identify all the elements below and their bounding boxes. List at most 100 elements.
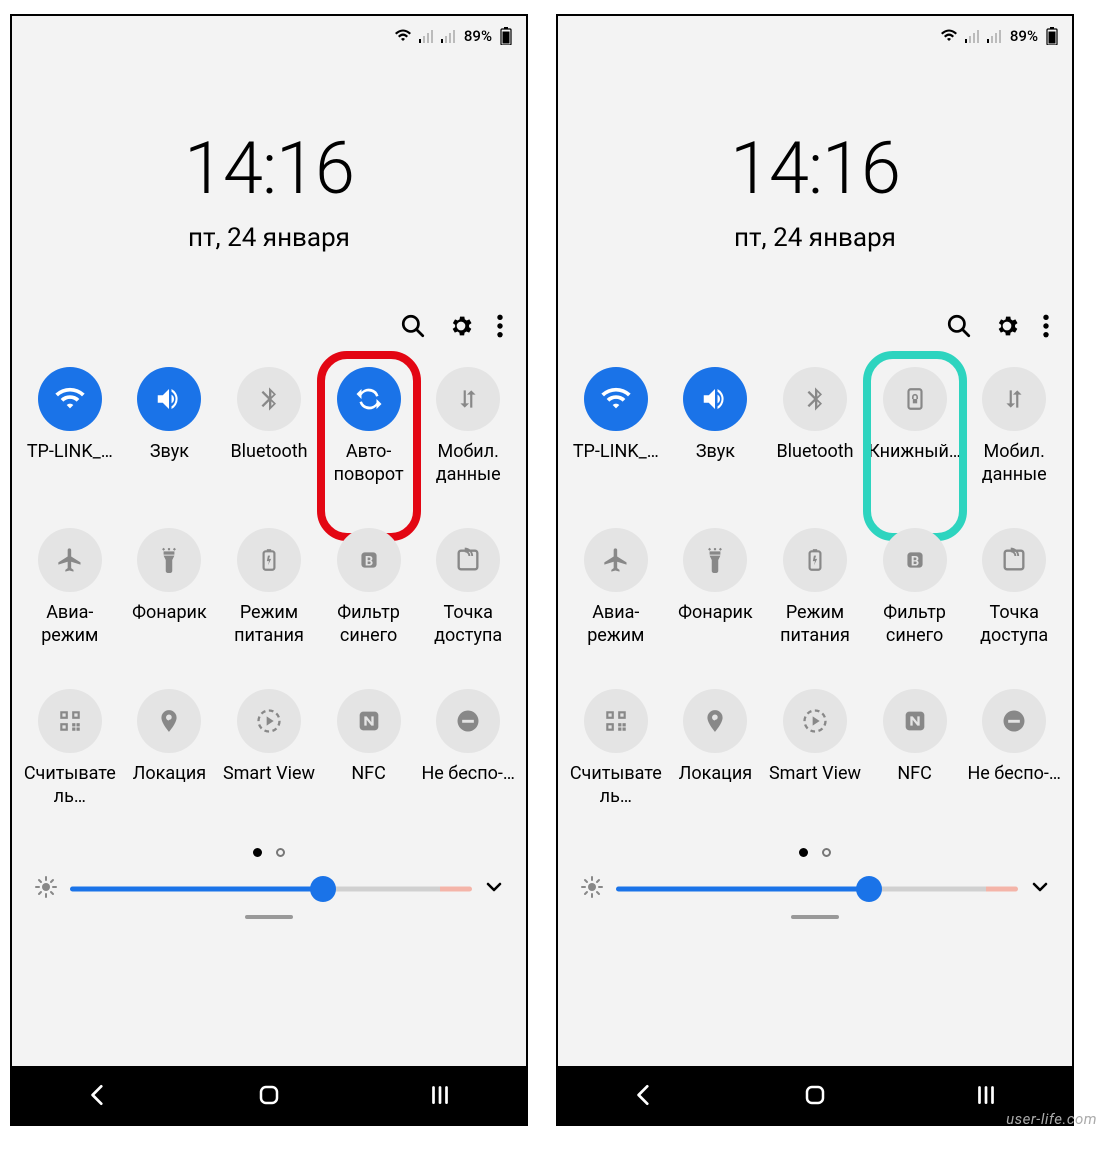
tile-location[interactable]: Локация	[120, 689, 220, 808]
time-label: 14:16	[12, 126, 526, 211]
portraitlock-icon[interactable]	[883, 367, 947, 431]
bluetooth-icon[interactable]	[237, 367, 301, 431]
quick-tiles-grid: TP-LINK_… Звук Bluetooth Авто-поворотМобил.…	[12, 339, 526, 808]
bluetooth-icon[interactable]	[783, 367, 847, 431]
tile-mobiledata[interactable]: Мобил. данные	[964, 367, 1064, 486]
tile-smartview[interactable]: Smart View	[219, 689, 319, 808]
tile-bluefilter[interactable]: BФильтр синего	[319, 528, 419, 647]
tile-label: Авто-поворот	[321, 441, 417, 486]
tile-airplane[interactable]: Авиа-режим	[20, 528, 120, 647]
chevron-down-icon[interactable]	[1030, 877, 1050, 901]
tile-label: Не беспо-…	[421, 763, 514, 786]
nav-home[interactable]	[257, 1083, 281, 1107]
powermode-icon[interactable]	[783, 528, 847, 592]
quick-actions-row	[558, 253, 1072, 339]
tile-powermode[interactable]: Режим питания	[219, 528, 319, 647]
tile-label: Режим питания	[767, 602, 863, 647]
tile-dnd[interactable]: Не беспо-…	[418, 689, 518, 808]
svg-text:B: B	[364, 554, 372, 569]
tile-bluetooth[interactable]: Bluetooth	[765, 367, 865, 486]
bluefilter-icon[interactable]: B	[337, 528, 401, 592]
dnd-icon[interactable]	[982, 689, 1046, 753]
tile-rotation[interactable]: Книжный…	[865, 367, 965, 486]
sound-icon[interactable]	[683, 367, 747, 431]
pager-dot-active[interactable]	[799, 848, 808, 857]
tile-label: Bluetooth	[230, 441, 307, 464]
tile-rotation[interactable]: Авто-поворот	[319, 367, 419, 486]
battery-percent: 89%	[1010, 27, 1038, 45]
location-icon[interactable]	[137, 689, 201, 753]
tile-flashlight[interactable]: Фонарик	[666, 528, 766, 647]
tile-smartview[interactable]: Smart View	[765, 689, 865, 808]
pager	[558, 848, 1072, 857]
tile-hotspot[interactable]: Точка доступа	[964, 528, 1064, 647]
nav-home[interactable]	[803, 1083, 827, 1107]
tile-hotspot[interactable]: Точка доступа	[418, 528, 518, 647]
tile-label: Считыватель…	[568, 763, 664, 808]
tile-mobiledata[interactable]: Мобил. данные	[418, 367, 518, 486]
search-icon[interactable]	[400, 313, 426, 339]
tile-bluetooth[interactable]: Bluetooth	[219, 367, 319, 486]
autorotate-icon[interactable]	[337, 367, 401, 431]
pager-dot-active[interactable]	[253, 848, 262, 857]
tile-label: Звук	[696, 441, 735, 464]
search-icon[interactable]	[946, 313, 972, 339]
tile-label: TP-LINK_…	[573, 441, 659, 464]
mobiledata-icon[interactable]	[436, 367, 500, 431]
tile-airplane[interactable]: Авиа-режим	[566, 528, 666, 647]
nav-recents[interactable]	[973, 1082, 999, 1108]
tile-wifi[interactable]: TP-LINK_…	[566, 367, 666, 486]
nfc-icon[interactable]	[883, 689, 947, 753]
smartview-icon[interactable]	[237, 689, 301, 753]
tile-dnd[interactable]: Не беспо-…	[964, 689, 1064, 808]
status-bar: 89%	[558, 16, 1072, 56]
more-icon[interactable]	[1042, 313, 1050, 339]
tile-qr[interactable]: Считыватель…	[20, 689, 120, 808]
tile-powermode[interactable]: Режим питания	[765, 528, 865, 647]
tile-flashlight[interactable]: Фонарик	[120, 528, 220, 647]
airplane-icon[interactable]	[584, 528, 648, 592]
mobiledata-icon[interactable]	[982, 367, 1046, 431]
powermode-icon[interactable]	[237, 528, 301, 592]
gear-icon[interactable]	[448, 313, 474, 339]
nav-recents[interactable]	[427, 1082, 453, 1108]
pager-dot-inactive[interactable]	[822, 848, 831, 857]
gear-icon[interactable]	[994, 313, 1020, 339]
hotspot-icon[interactable]	[436, 528, 500, 592]
tile-nfc[interactable]: NFC	[865, 689, 965, 808]
smartview-icon[interactable]	[783, 689, 847, 753]
brightness-slider[interactable]	[70, 877, 472, 901]
tile-wifi[interactable]: TP-LINK_…	[20, 367, 120, 486]
hotspot-icon[interactable]	[982, 528, 1046, 592]
nav-back[interactable]	[631, 1082, 657, 1108]
tile-label: NFC	[351, 763, 386, 786]
bluefilter-icon[interactable]: B	[883, 528, 947, 592]
nfc-icon[interactable]	[337, 689, 401, 753]
tile-bluefilter[interactable]: BФильтр синего	[865, 528, 965, 647]
more-icon[interactable]	[496, 313, 504, 339]
flashlight-icon[interactable]	[137, 528, 201, 592]
tile-sound[interactable]: Звук	[666, 367, 766, 486]
tile-sound[interactable]: Звук	[120, 367, 220, 486]
qr-icon[interactable]	[584, 689, 648, 753]
tile-label: TP-LINK_…	[27, 441, 113, 464]
tile-label: Локация	[679, 763, 752, 786]
home-indicator	[245, 915, 293, 919]
tile-label: Мобил. данные	[420, 441, 516, 486]
flashlight-icon[interactable]	[683, 528, 747, 592]
brightness-slider[interactable]	[616, 877, 1018, 901]
airplane-icon[interactable]	[38, 528, 102, 592]
tile-label: Мобил. данные	[966, 441, 1062, 486]
qr-icon[interactable]	[38, 689, 102, 753]
wifi-icon[interactable]	[584, 367, 648, 431]
wifi-icon[interactable]	[38, 367, 102, 431]
tile-nfc[interactable]: NFC	[319, 689, 419, 808]
sound-icon[interactable]	[137, 367, 201, 431]
location-icon[interactable]	[683, 689, 747, 753]
chevron-down-icon[interactable]	[484, 877, 504, 901]
dnd-icon[interactable]	[436, 689, 500, 753]
nav-back[interactable]	[85, 1082, 111, 1108]
tile-qr[interactable]: Считыватель…	[566, 689, 666, 808]
pager-dot-inactive[interactable]	[276, 848, 285, 857]
tile-location[interactable]: Локация	[666, 689, 766, 808]
